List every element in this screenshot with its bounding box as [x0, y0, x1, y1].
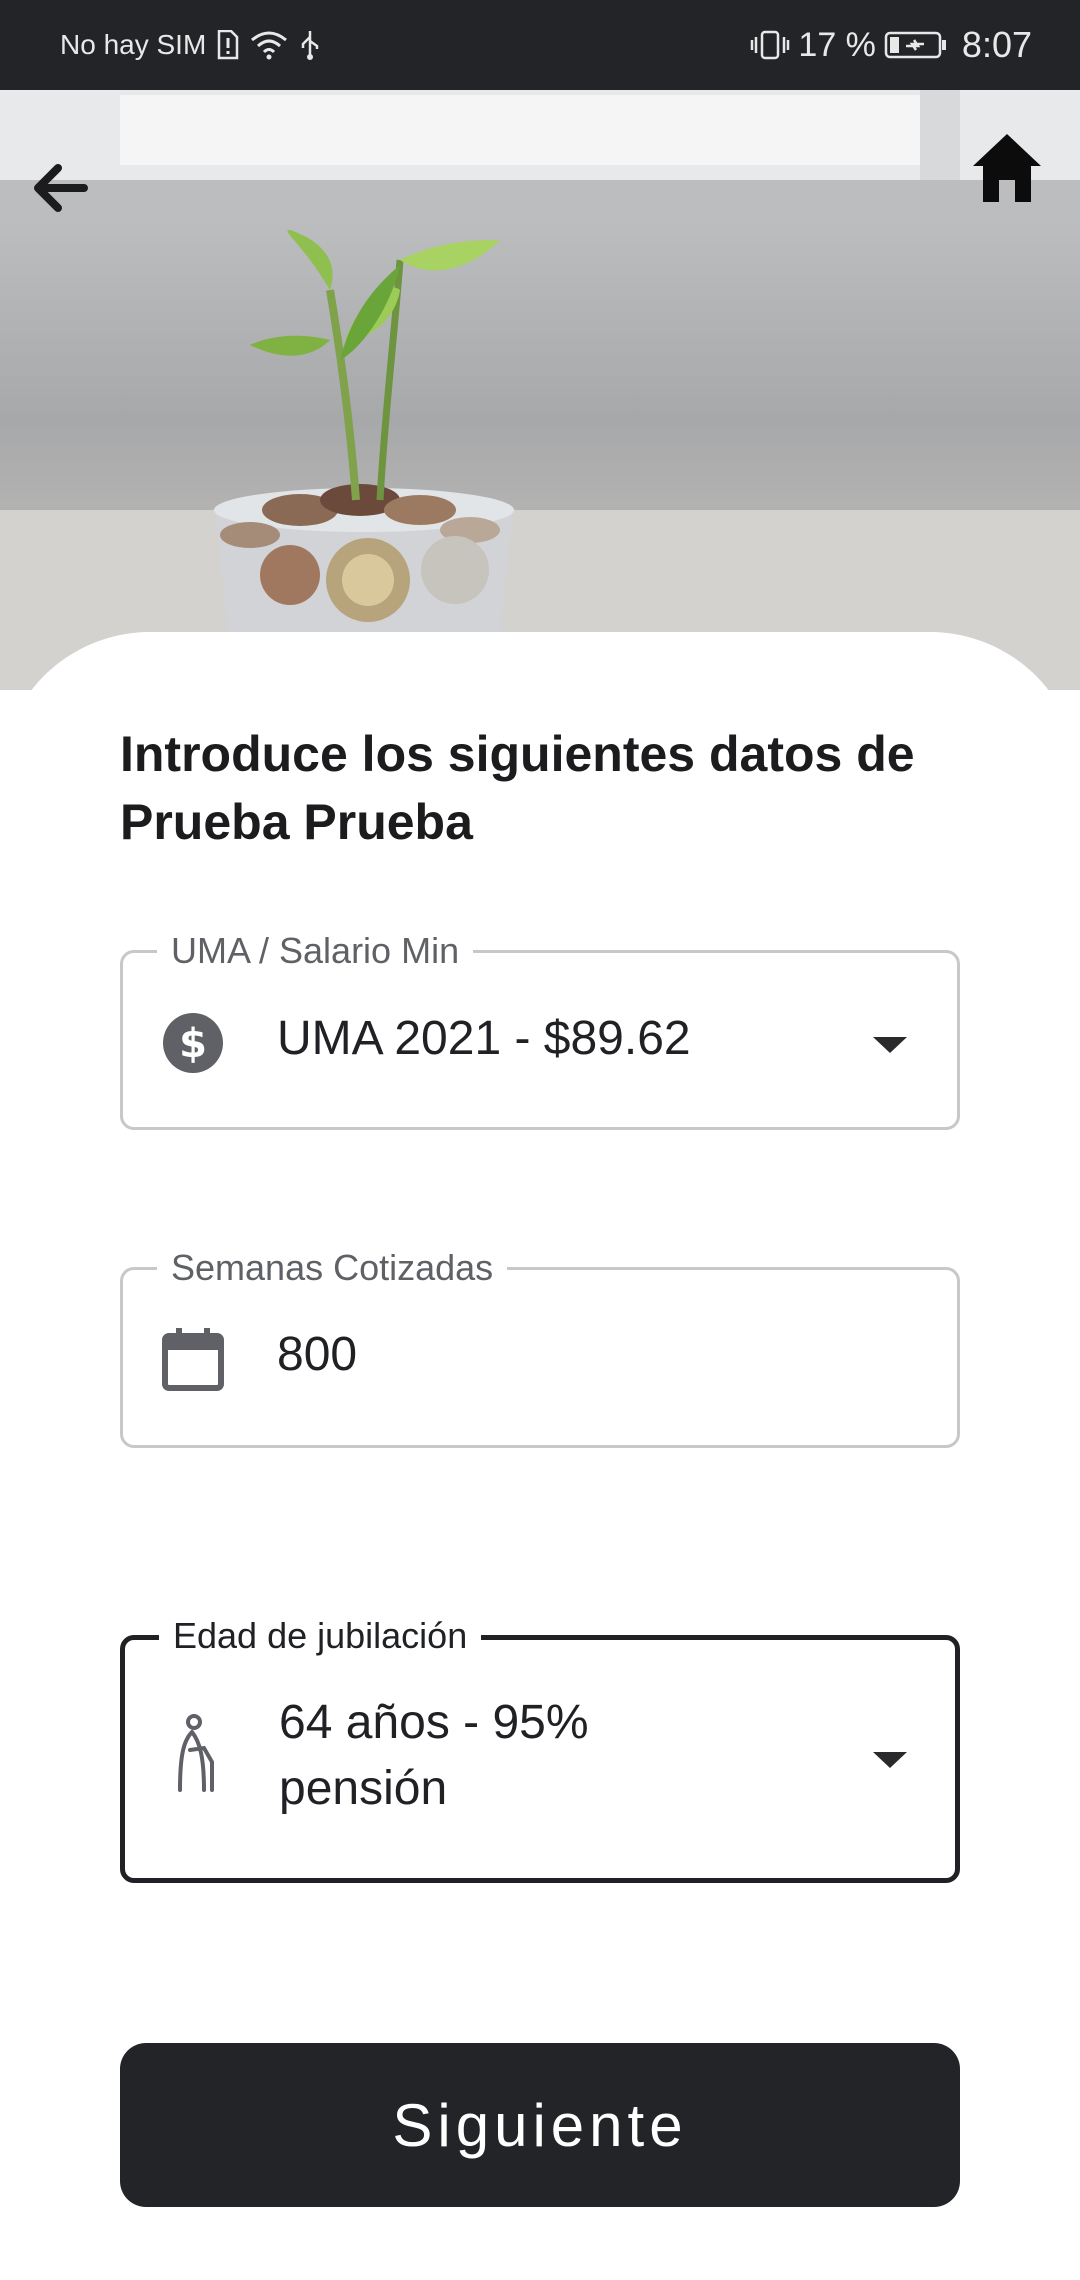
dollar-circle-icon: $: [161, 1011, 225, 1075]
uma-value: UMA 2021 - $89.62: [277, 1012, 691, 1065]
usb-icon: [298, 29, 322, 61]
next-button-label: Siguiente: [392, 2091, 688, 2159]
svg-text:$: $: [179, 1021, 207, 1067]
chevron-down-icon: [873, 1752, 907, 1768]
screen: No hay SIM 17 % 8:07 Introduce los sigui…: [0, 0, 1080, 2280]
weeks-input[interactable]: Semanas Cotizadas 800: [120, 1244, 960, 1448]
elderly-person-icon: [163, 1714, 227, 1792]
status-bar: No hay SIM 17 % 8:07: [0, 0, 1080, 90]
status-left: No hay SIM: [60, 29, 322, 61]
arrow-left-icon: [28, 156, 92, 225]
uma-label: UMA / Salario Min: [157, 927, 474, 975]
vibrate-icon: [750, 29, 790, 61]
sim-alert-icon: [216, 30, 240, 60]
battery-percent: 17 %: [798, 25, 876, 64]
calendar-icon: [161, 1327, 225, 1391]
home-icon: [969, 130, 1045, 211]
plant-in-coins-illustration: [0, 90, 1080, 690]
next-button[interactable]: Siguiente: [120, 2043, 960, 2207]
form-sheet: [0, 632, 1080, 2280]
wifi-icon: [250, 30, 288, 60]
hero-image: [0, 90, 1080, 690]
carrier-text: No hay SIM: [60, 29, 207, 60]
retirement-age-label: Edad de jubilación: [159, 1612, 482, 1660]
chevron-down-icon: [873, 1037, 907, 1053]
weeks-label: Semanas Cotizadas: [157, 1244, 508, 1292]
form-title: Introduce los siguientes datos de Prueba…: [120, 726, 915, 850]
uma-select[interactable]: UMA / Salario Min $ UMA 2021 - $89.62: [120, 927, 960, 1130]
retirement-age-value-line2: pensión: [279, 1762, 448, 1815]
home-button[interactable]: [962, 125, 1052, 215]
status-right: 17 % 8:07: [750, 24, 1032, 66]
back-button[interactable]: [15, 145, 105, 235]
battery-charging-icon: [884, 30, 948, 60]
retirement-age-value-line1: 64 años - 95%: [279, 1696, 589, 1749]
weeks-value: 800: [277, 1328, 358, 1381]
retirement-age-select[interactable]: Edad de jubilación 64 años - 95% pensión: [120, 1612, 960, 1883]
clock-time: 8:07: [961, 24, 1032, 65]
